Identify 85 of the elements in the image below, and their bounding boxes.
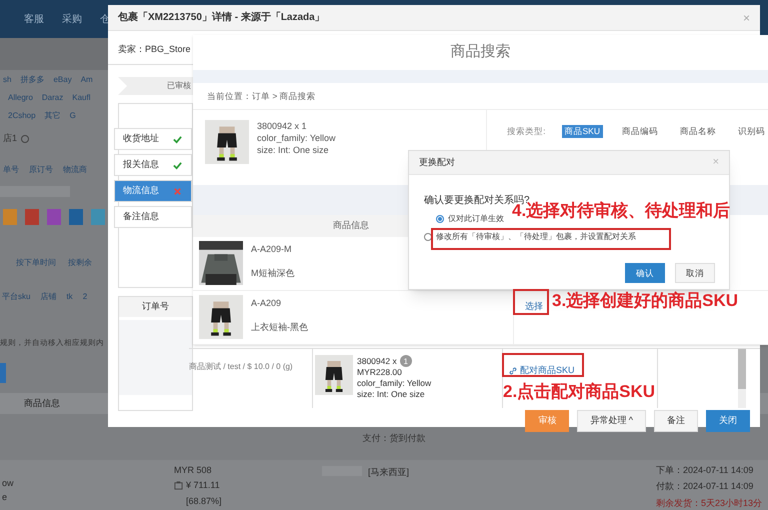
- highlight-frame: [513, 289, 549, 315]
- annotation-text: 3.选择创建好的商品SKU: [552, 292, 738, 309]
- footer-button[interactable]: 异常处理 ^: [577, 410, 646, 432]
- shipping-deadline: 剩余发货：5天23小时13分: [656, 496, 762, 510]
- platform-filter[interactable]: Daraz: [42, 92, 64, 104]
- product-name: M短袖深色: [251, 266, 294, 280]
- search-type-tab[interactable]: 商品编码: [619, 125, 661, 138]
- radio-button[interactable]: [436, 215, 444, 223]
- product-summary: 商品测试 / test / $ 10.0 / 0 (g): [189, 362, 293, 371]
- sort-option[interactable]: 按剩余: [68, 256, 92, 269]
- dialog-button[interactable]: 取消: [675, 263, 715, 283]
- step-tab[interactable]: 备注信息: [114, 206, 192, 228]
- platform-filter[interactable]: 拼多多: [20, 74, 44, 86]
- search-type-tab[interactable]: 商品名称: [677, 125, 719, 138]
- item-detail: color_family: Yellow: [357, 378, 432, 389]
- footer-button[interactable]: 审核: [525, 410, 570, 432]
- color-swatch[interactable]: [3, 208, 17, 225]
- product-detail: size: Int: One size: [257, 144, 330, 156]
- status-step: 已审核: [118, 77, 193, 95]
- action-button[interactable]: [0, 362, 6, 384]
- color-swatch[interactable]: [69, 208, 83, 225]
- radio-option[interactable]: 仅对此订单生效: [436, 212, 504, 226]
- link-icon: [509, 367, 517, 375]
- product-detail: 3800942 x 1: [257, 120, 308, 132]
- product-text: e: [2, 490, 8, 504]
- product-sku: A-A209: [251, 297, 282, 310]
- breadcrumb: 当前位置：订单 > 商品搜索: [207, 90, 316, 102]
- converted-amount: ¥ 711.11: [186, 479, 220, 492]
- search-type-link[interactable]: 单号: [3, 164, 19, 176]
- platform-filter[interactable]: Kaufl: [72, 92, 90, 104]
- sort-option[interactable]: 按下单时间: [16, 256, 56, 269]
- platform-filter[interactable]: Am: [80, 74, 93, 86]
- dialog-button[interactable]: 确认: [625, 263, 665, 283]
- step-tab[interactable]: 收货地址: [114, 128, 192, 150]
- platform-filter[interactable]: Allegro: [8, 92, 33, 104]
- check-icon: [173, 160, 182, 170]
- close-button[interactable]: ×: [742, 8, 750, 26]
- wallet-icon: [174, 481, 183, 490]
- step-tab[interactable]: 报关信息: [114, 154, 192, 176]
- product-sku: A-A209-M: [251, 243, 293, 256]
- footer-button[interactable]: 关闭: [706, 410, 750, 432]
- item-sku: 3800942 x: [357, 356, 397, 366]
- cross-icon: [173, 186, 182, 196]
- column-header: tk: [66, 290, 73, 303]
- color-swatch[interactable]: [91, 208, 105, 225]
- column-header: 订单号: [119, 297, 192, 317]
- seller-name: 卖家：PBG_Store: [118, 44, 191, 54]
- search-type-tab[interactable]: 商品SKU: [562, 125, 603, 138]
- payment-method: 支付：货到付款: [362, 432, 426, 442]
- quantity-badge: 1: [400, 355, 412, 367]
- nav-item[interactable]: 采购: [62, 12, 82, 26]
- color-swatch[interactable]: [25, 208, 39, 225]
- product-detail: color_family: Yellow: [257, 132, 336, 144]
- search-type-link[interactable]: 物流商: [63, 164, 87, 176]
- step-tab[interactable]: 物流信息: [114, 180, 192, 202]
- clear-icon[interactable]: [21, 134, 30, 143]
- item-detail: MYR228.00: [357, 367, 403, 378]
- profit-ratio: [68.87%]: [185, 494, 223, 508]
- payment-time: 付款：2024-07-11 14:09: [656, 480, 754, 493]
- pair-sku-link[interactable]: 配对商品SKU: [507, 364, 577, 378]
- dialog-title: 商品搜索: [450, 42, 510, 62]
- dialog-title: 更换配对: [419, 156, 455, 169]
- column-header: 店铺: [40, 290, 56, 303]
- platform-filter[interactable]: 2Cshop: [8, 110, 36, 122]
- platform-filter[interactable]: eBay: [53, 74, 72, 86]
- color-swatch[interactable]: [47, 208, 61, 225]
- nav-item[interactable]: 客服: [24, 12, 44, 26]
- dialog-title: 包裹「XM2213750」详情 - 来源于「Lazada」: [118, 10, 325, 25]
- platform-filter[interactable]: 其它: [44, 110, 61, 122]
- platform-filter[interactable]: G: [70, 110, 76, 122]
- footer-button[interactable]: 备注: [654, 410, 698, 432]
- column-header: 2: [82, 290, 88, 303]
- column-header: 平台sku: [2, 290, 30, 303]
- product-text: ow: [2, 477, 15, 490]
- filter-tag: 店1: [3, 132, 18, 146]
- platform-filter[interactable]: sh: [3, 74, 12, 86]
- search-type-link[interactable]: 原订号: [29, 164, 53, 176]
- order-time: 下单：2024-07-11 14:09: [656, 464, 754, 476]
- check-icon: [173, 134, 182, 144]
- search-type-tab[interactable]: 识别码: [735, 125, 768, 138]
- order-amount: MYR 508: [174, 464, 213, 476]
- search-type-label: 搜索类型:: [507, 125, 546, 138]
- scrollbar[interactable]: [738, 349, 746, 408]
- country: [马来西亚]: [368, 466, 410, 479]
- product-name: 上衣短袖-黑色: [251, 320, 308, 334]
